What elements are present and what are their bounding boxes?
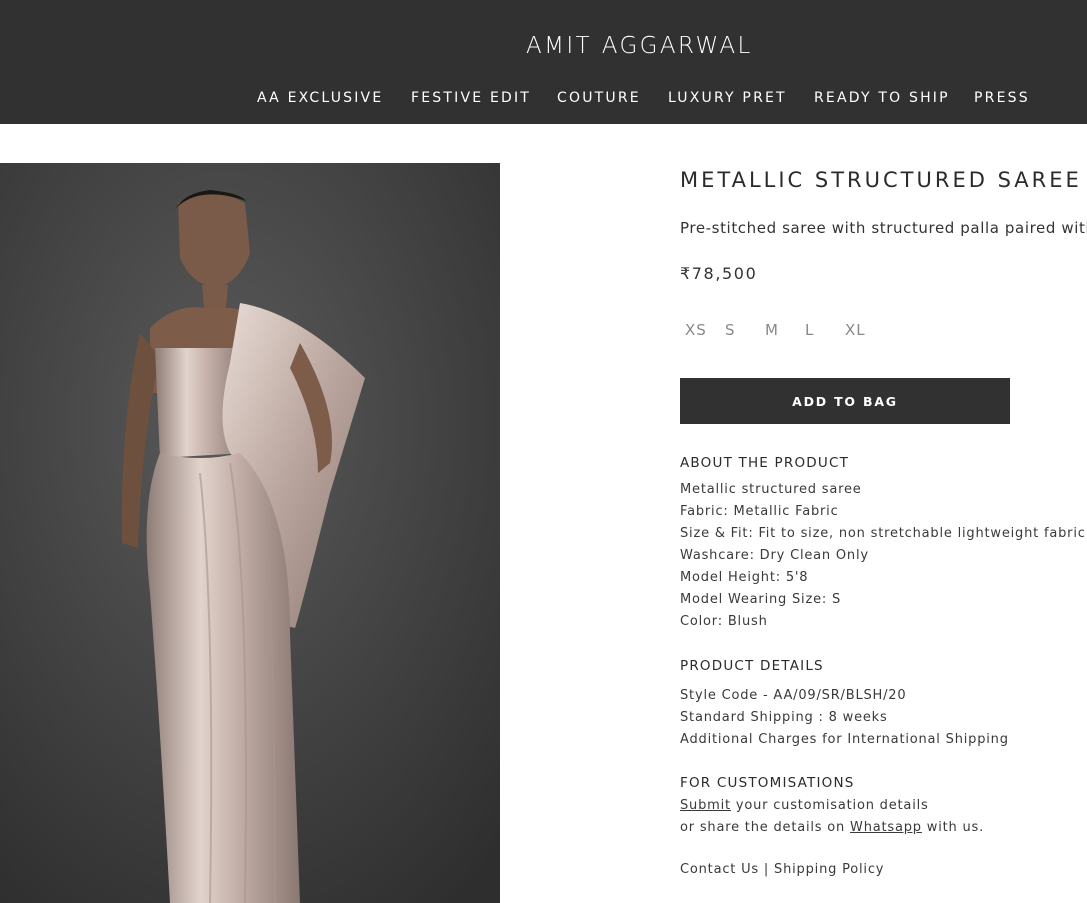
whatsapp-link[interactable]: Whatsapp — [850, 820, 922, 835]
details-line: Style Code - AA/09/SR/BLSH/20 — [680, 688, 907, 703]
product-details-heading: PRODUCT DETAILS — [680, 658, 824, 674]
nav-item-aa-exclusive[interactable]: AA EXCLUSIVE — [257, 90, 383, 106]
about-line: Metallic structured saree — [680, 482, 862, 497]
about-line: Size & Fit: Fit to size, non stretchable… — [680, 526, 1086, 541]
footer-links: Contact Us | Shipping Policy — [680, 862, 884, 877]
details-line: Standard Shipping : 8 weeks — [680, 710, 888, 725]
size-option-l[interactable]: L — [805, 321, 814, 339]
nav-item-festive-edit[interactable]: FESTIVE EDIT — [411, 90, 531, 106]
whatsapp-text-start: or share the details on — [680, 820, 851, 835]
about-heading: ABOUT THE PRODUCT — [680, 455, 850, 471]
site-header: AMIT AGGARWAL AA EXCLUSIVE FESTIVE EDIT … — [0, 0, 1087, 124]
about-line: Model Wearing Size: S — [680, 592, 842, 607]
product-subtitle: Pre-stitched saree with structured palla… — [680, 219, 1087, 237]
nav-item-luxury-pret[interactable]: LUXURY PRET — [668, 90, 787, 106]
model-wearing-saree-image — [0, 163, 500, 903]
add-to-bag-button[interactable]: ADD TO BAG — [680, 378, 1010, 424]
size-option-xl[interactable]: XL — [845, 321, 866, 339]
size-option-m[interactable]: M — [765, 321, 779, 339]
whatsapp-line: or share the details on Whatsapp with us… — [680, 820, 984, 835]
size-option-xs[interactable]: XS — [685, 321, 707, 339]
shipping-policy-link[interactable]: Shipping Policy — [774, 862, 884, 877]
link-separator: | — [759, 862, 775, 877]
product-image[interactable] — [0, 163, 500, 903]
about-line: Washcare: Dry Clean Only — [680, 548, 869, 563]
brand-logo[interactable]: AMIT AGGARWAL — [526, 33, 753, 59]
nav-item-couture[interactable]: COUTURE — [557, 90, 641, 106]
customisations-heading: FOR CUSTOMISATIONS — [680, 775, 855, 791]
contact-us-link[interactable]: Contact Us — [680, 862, 759, 877]
customisation-line: Submit your customisation details — [680, 798, 929, 813]
customisation-text: your customisation details — [730, 798, 929, 813]
size-option-s[interactable]: S — [725, 321, 736, 339]
product-price: ₹78,500 — [680, 264, 758, 283]
product-title: METALLIC STRUCTURED SAREE — [680, 168, 1082, 192]
details-line: Additional Charges for International Shi… — [680, 732, 1009, 747]
about-line: Fabric: Metallic Fabric — [680, 504, 839, 519]
submit-link[interactable]: Submit — [680, 798, 731, 813]
about-line: Model Height: 5'8 — [680, 570, 809, 585]
main-nav: AA EXCLUSIVE FESTIVE EDIT COUTURE LUXURY… — [0, 90, 1087, 110]
whatsapp-text-end: with us. — [921, 820, 985, 835]
nav-item-press[interactable]: PRESS — [974, 90, 1030, 106]
nav-item-ready-to-ship[interactable]: READY TO SHIP — [814, 90, 950, 106]
about-line: Color: Blush — [680, 614, 768, 629]
